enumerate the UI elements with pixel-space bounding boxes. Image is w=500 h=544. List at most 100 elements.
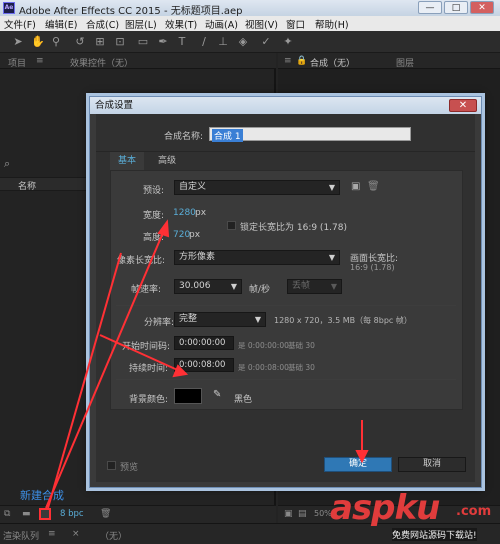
menu-view[interactable]: 视图(V) — [245, 17, 278, 31]
composition-settings-dialog: 合成设置 ✕ 合成名称: 合成 1 基本 高级 预设: 自定义 ▼ ▣ 🗑 宽度:… — [89, 96, 482, 488]
resolution-select[interactable]: 完整 ▼ — [174, 312, 266, 327]
menu-edit[interactable]: 编辑(E) — [45, 17, 77, 31]
eraser-tool-icon[interactable]: ◈ — [235, 34, 251, 50]
watermark-brand: aspku — [330, 488, 440, 528]
menu-layer[interactable]: 图层(L) — [125, 17, 157, 31]
delete-preset-icon[interactable]: 🗑 — [367, 181, 380, 192]
drop-frame-select: 丢帧 ▼ — [287, 279, 342, 294]
pixel-aspect-label: 像素长宽比: — [117, 256, 166, 266]
dialog-title: 合成设置 — [90, 97, 481, 114]
watermark-tld: .com — [456, 504, 492, 519]
duration-hint: 是 0:00:08:00 — [238, 363, 289, 372]
brush-tool-icon[interactable]: ∕ — [196, 34, 212, 50]
background-color-label: 背景颜色: — [129, 395, 169, 405]
menu-file[interactable]: 文件(F) — [4, 17, 36, 31]
eyedropper-icon[interactable]: ✎ — [213, 389, 221, 400]
tab-layer[interactable]: 图层 — [396, 56, 414, 69]
bpc-label[interactable]: 8 bpc — [60, 509, 84, 519]
frame-rate-label: 帧速率: — [131, 285, 162, 295]
start-timecode-hint: 是 0:00:00:00 — [238, 341, 289, 350]
hand-tool-icon[interactable]: ✋ — [30, 34, 46, 50]
divider — [116, 379, 456, 380]
tab-advanced[interactable]: 高级 — [150, 152, 184, 170]
lock-icon[interactable]: 🔒 — [296, 56, 307, 66]
column-name[interactable]: 名称 — [18, 179, 36, 192]
rectangle-tool-icon[interactable]: ▭ — [135, 34, 151, 50]
maximize-button[interactable]: □ — [444, 1, 468, 14]
width-label: 宽度: — [143, 211, 165, 221]
comp-name-input[interactable]: 合成 1 — [209, 127, 411, 142]
close-tab-icon[interactable]: × — [72, 529, 80, 539]
menu-window[interactable]: 窗口 — [286, 17, 305, 31]
frame-rate-value: 30.006 — [179, 281, 211, 291]
save-preset-icon[interactable]: ▣ — [351, 181, 360, 192]
lock-aspect-checkbox[interactable] — [227, 221, 236, 230]
menu-bar: 文件(F) 编辑(E) 合成(C) 图层(L) 效果(T) 动画(A) 视图(V… — [0, 16, 500, 31]
ok-button[interactable]: 确定 — [324, 457, 392, 472]
comp-name-label: 合成名称: — [164, 132, 204, 142]
height-label: 高度: — [143, 233, 165, 243]
tab-project[interactable]: 项目 — [8, 56, 26, 69]
rotate-tool-icon[interactable]: ↺ — [72, 34, 88, 50]
start-timecode-input[interactable]: 0:00:00:00 — [174, 336, 234, 350]
preview-checkbox[interactable] — [107, 461, 116, 470]
tab-menu-icon[interactable]: ≡ — [48, 529, 56, 539]
chevron-down-icon: ▼ — [254, 315, 261, 324]
new-composition-button[interactable] — [39, 508, 51, 520]
frame-aspect-value: 16:9 (1.78) — [350, 263, 395, 272]
preview-icon[interactable]: ▣ — [284, 509, 293, 519]
menu-effect[interactable]: 效果(T) — [165, 17, 197, 31]
pen-tool-icon[interactable]: ✒ — [155, 34, 171, 50]
duration-base: 基础 30 — [288, 363, 315, 372]
pan-behind-tool-icon[interactable]: ⊡ — [112, 34, 128, 50]
tab-menu-icon[interactable]: ≡ — [284, 56, 292, 66]
duration-input[interactable]: 0:00:08:00 — [174, 358, 234, 372]
start-timecode-label: 开始时间码: — [122, 342, 171, 352]
snapshot-icon[interactable]: ▤ — [298, 509, 307, 519]
trash-icon[interactable]: 🗑 — [100, 509, 111, 519]
duration-label: 持续时间: — [129, 364, 169, 374]
preview-label: 预览 — [120, 463, 139, 473]
menu-help[interactable]: 帮助(H) — [315, 17, 349, 31]
new-folder-icon[interactable]: ▬ — [22, 509, 31, 519]
height-unit: px — [189, 230, 201, 240]
tab-none[interactable]: （无） — [100, 529, 127, 542]
cancel-button[interactable]: 取消 — [398, 457, 466, 472]
clone-stamp-tool-icon[interactable]: ⊥ — [215, 34, 231, 50]
drop-frame-value: 丢帧 — [292, 281, 311, 291]
preset-select[interactable]: 自定义 ▼ — [174, 180, 340, 195]
roto-brush-tool-icon[interactable]: ✓ — [258, 34, 274, 50]
selection-tool-icon[interactable]: ➤ — [10, 34, 26, 50]
lock-aspect-label: 锁定长宽比为 16:9 (1.78) — [240, 223, 347, 233]
frame-rate-select[interactable]: 30.006 ▼ — [174, 279, 242, 294]
tab-composition[interactable]: 合成（无） — [310, 56, 355, 69]
tab-render-queue[interactable]: 渲染队列 — [3, 529, 39, 542]
dialog-body: 合成名称: 合成 1 基本 高级 预设: 自定义 ▼ ▣ 🗑 宽度: 1280 p… — [96, 114, 475, 482]
minimize-button[interactable]: — — [418, 1, 442, 14]
composition-panel-header: ≡ 🔒 合成（无） 图层 — [278, 53, 500, 69]
puppet-pin-tool-icon[interactable]: ✦ — [280, 34, 296, 50]
tab-menu-icon[interactable]: ≡ — [36, 56, 44, 66]
camera-tool-icon[interactable]: ⊞ — [92, 34, 108, 50]
menu-composition[interactable]: 合成(C) — [86, 17, 119, 31]
width-value[interactable]: 1280 — [173, 208, 196, 218]
preset-label: 预设: — [143, 186, 165, 196]
height-value[interactable]: 720 — [173, 230, 190, 240]
tab-basic[interactable]: 基本 — [110, 152, 145, 170]
zoom-tool-icon[interactable]: ⚲ — [48, 34, 64, 50]
watermark: aspku .com 免费网站源码下载站! — [330, 488, 500, 544]
text-tool-icon[interactable]: T — [174, 34, 190, 50]
pixel-aspect-value: 方形像素 — [179, 252, 216, 262]
interpret-footage-icon[interactable]: ⧉ — [4, 509, 10, 519]
dialog-close-button[interactable]: ✕ — [449, 99, 477, 112]
menu-animation[interactable]: 动画(A) — [205, 17, 238, 31]
settings-tabs: 基本 高级 — [110, 152, 463, 170]
new-comp-annotation: 新建合成 — [20, 489, 64, 502]
pixel-aspect-select[interactable]: 方形像素 ▼ — [174, 250, 340, 265]
chevron-down-icon: ▼ — [230, 282, 237, 291]
tab-effect-controls[interactable]: 效果控件（无） — [70, 56, 133, 69]
background-color-swatch[interactable] — [174, 388, 202, 404]
close-window-button[interactable]: ✕ — [470, 1, 494, 14]
watermark-tagline: 免费网站源码下载站! — [392, 528, 477, 541]
search-icon[interactable]: ⌕ — [4, 157, 10, 171]
